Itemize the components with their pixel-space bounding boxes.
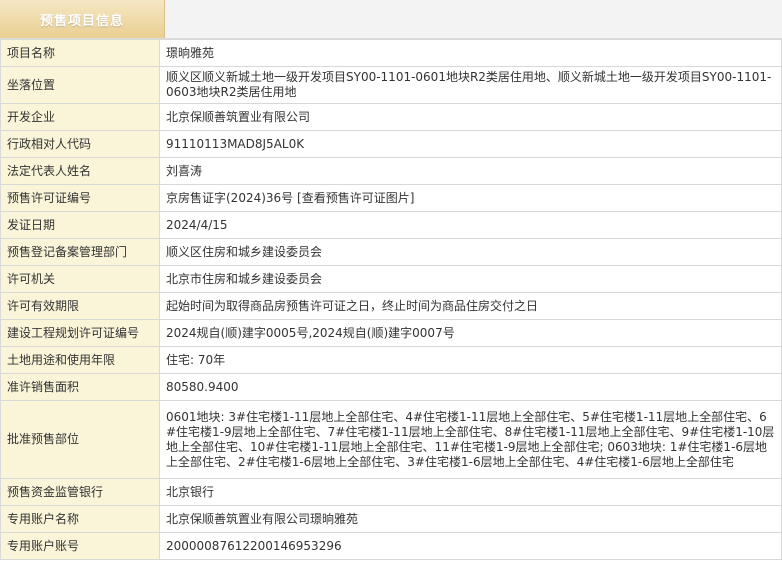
field-label: 准许销售面积 bbox=[0, 373, 160, 401]
field-label: 预售登记备案管理部门 bbox=[0, 238, 160, 266]
field-value: 北京银行 bbox=[159, 478, 782, 506]
field-label: 开发企业 bbox=[0, 103, 160, 131]
table-row: 预售资金监管银行 北京银行 bbox=[0, 478, 782, 506]
field-value: 北京保顺善筑置业有限公司 bbox=[159, 103, 782, 131]
field-value: 2024规自(顺)建字0005号,2024规自(顺)建字0007号 bbox=[159, 319, 782, 347]
table-row: 发证日期 2024/4/15 bbox=[0, 211, 782, 239]
tab-bar: 预售项目信息 bbox=[0, 0, 782, 39]
field-label: 许可有效期限 bbox=[0, 292, 160, 320]
field-value: 住宅: 70年 bbox=[159, 346, 782, 374]
field-value: 80580.9400 bbox=[159, 373, 782, 401]
field-label: 坐落位置 bbox=[0, 66, 160, 104]
table-row: 许可机关 北京市住房和城乡建设委员会 bbox=[0, 265, 782, 293]
table-row: 预售许可证编号 京房售证字(2024)36号 [查看预售许可证图片] bbox=[0, 184, 782, 212]
table-row: 许可有效期限 起始时间为取得商品房预售许可证之日，终止时间为商品住房交付之日 bbox=[0, 292, 782, 320]
tab-presale-project-info[interactable]: 预售项目信息 bbox=[0, 0, 165, 38]
table-row: 项目名称 璟晌雅苑 bbox=[0, 39, 782, 67]
presale-info-table: 项目名称 璟晌雅苑 坐落位置 顺义区顺义新城土地一级开发项目SY00-1101-… bbox=[0, 39, 782, 560]
field-value: 刘喜涛 bbox=[159, 157, 782, 185]
field-value: 北京市住房和城乡建设委员会 bbox=[159, 265, 782, 293]
field-label: 发证日期 bbox=[0, 211, 160, 239]
table-row: 预售登记备案管理部门 顺义区住房和城乡建设委员会 bbox=[0, 238, 782, 266]
field-label: 项目名称 bbox=[0, 39, 160, 67]
table-row: 专用账户账号 20000087612200146953296 bbox=[0, 532, 782, 560]
field-label: 预售资金监管银行 bbox=[0, 478, 160, 506]
table-row: 专用账户名称 北京保顺善筑置业有限公司璟晌雅苑 bbox=[0, 505, 782, 533]
field-label: 法定代表人姓名 bbox=[0, 157, 160, 185]
field-value: 0601地块: 3#住宅楼1-11层地上全部住宅、4#住宅楼1-11层地上全部住… bbox=[159, 400, 782, 479]
field-label: 建设工程规划许可证编号 bbox=[0, 319, 160, 347]
view-permit-image-link[interactable]: [查看预售许可证图片] bbox=[297, 191, 414, 205]
table-row: 土地用途和使用年限 住宅: 70年 bbox=[0, 346, 782, 374]
field-label: 许可机关 bbox=[0, 265, 160, 293]
field-label: 专用账户账号 bbox=[0, 532, 160, 560]
field-label: 批准预售部位 bbox=[0, 400, 160, 479]
field-label: 预售许可证编号 bbox=[0, 184, 160, 212]
table-row: 开发企业 北京保顺善筑置业有限公司 bbox=[0, 103, 782, 131]
table-row: 行政相对人代码 91110113MAD8J5AL0K bbox=[0, 130, 782, 158]
field-value: 2024/4/15 bbox=[159, 211, 782, 239]
table-row: 法定代表人姓名 刘喜涛 bbox=[0, 157, 782, 185]
table-row: 坐落位置 顺义区顺义新城土地一级开发项目SY00-1101-0601地块R2类居… bbox=[0, 66, 782, 104]
table-row: 准许销售面积 80580.9400 bbox=[0, 373, 782, 401]
field-label: 专用账户名称 bbox=[0, 505, 160, 533]
field-value: 起始时间为取得商品房预售许可证之日，终止时间为商品住房交付之日 bbox=[159, 292, 782, 320]
table-row: 建设工程规划许可证编号 2024规自(顺)建字0005号,2024规自(顺)建字… bbox=[0, 319, 782, 347]
field-value: 北京保顺善筑置业有限公司璟晌雅苑 bbox=[159, 505, 782, 533]
permit-number: 京房售证字(2024)36号 bbox=[166, 190, 294, 205]
field-value: 璟晌雅苑 bbox=[159, 39, 782, 67]
field-value: 顺义区住房和城乡建设委员会 bbox=[159, 238, 782, 266]
field-value-permit: 京房售证字(2024)36号 [查看预售许可证图片] bbox=[159, 184, 782, 212]
field-value: 20000087612200146953296 bbox=[159, 532, 782, 560]
field-value: 91110113MAD8J5AL0K bbox=[159, 130, 782, 158]
field-label: 行政相对人代码 bbox=[0, 130, 160, 158]
table-row: 批准预售部位 0601地块: 3#住宅楼1-11层地上全部住宅、4#住宅楼1-1… bbox=[0, 400, 782, 479]
field-label: 土地用途和使用年限 bbox=[0, 346, 160, 374]
field-value: 顺义区顺义新城土地一级开发项目SY00-1101-0601地块R2类居住用地、顺… bbox=[159, 66, 782, 104]
